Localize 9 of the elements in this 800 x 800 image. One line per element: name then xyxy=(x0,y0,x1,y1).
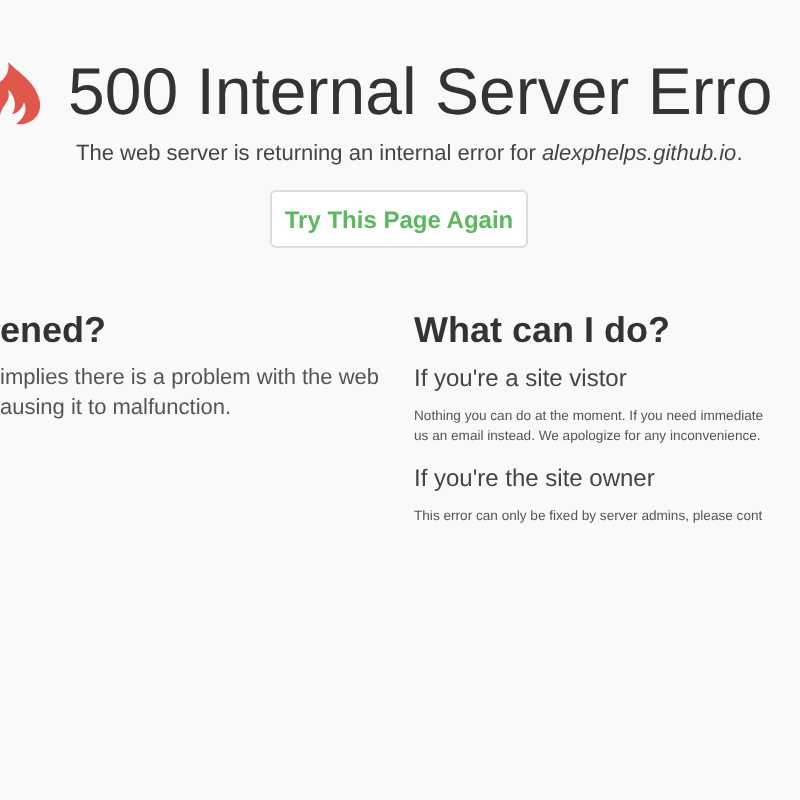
page-title: 500 Internal Server Erro xyxy=(68,52,773,132)
subheading: If you're the site owner xyxy=(414,464,657,492)
flame-icon xyxy=(0,58,44,126)
retry-button[interactable]: Try This Page Again xyxy=(270,190,528,248)
error-message: The web server is returning an internal error for alexphelps.github.io. xyxy=(76,142,745,166)
section-heading: ened? xyxy=(0,308,109,352)
subheading: If you're a site vistor xyxy=(414,364,629,392)
section-heading: What can I do? xyxy=(414,308,672,352)
paragraph: implies there is a problem with the web ausing it to malfunction. xyxy=(0,364,382,424)
